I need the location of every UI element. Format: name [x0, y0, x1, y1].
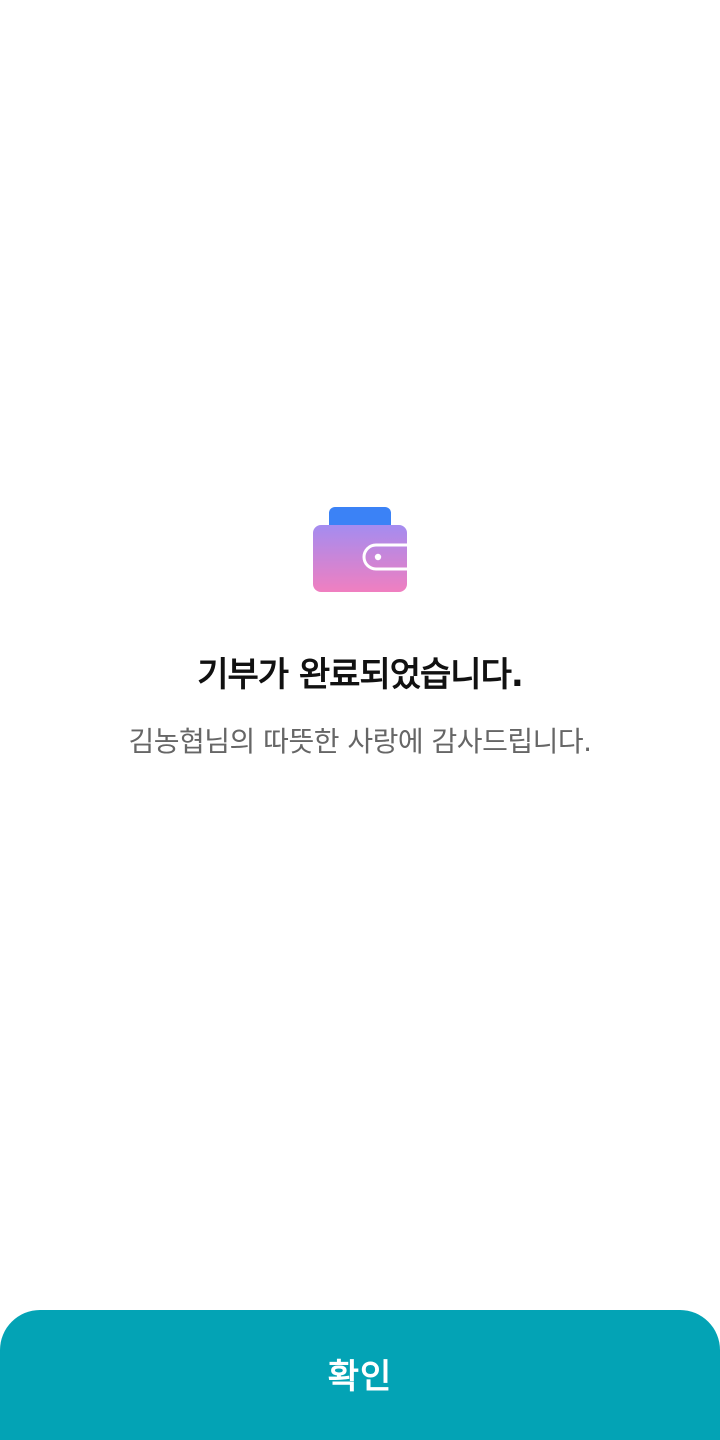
completion-title: 기부가 완료되었습니다.: [197, 655, 524, 695]
confirm-button[interactable]: 확인: [0, 1310, 720, 1440]
result-content: 기부가 완료되었습니다. 김농협님의 따뜻한 사랑에 감사드립니다.: [0, 505, 720, 759]
thank-you-message: 김농협님의 따뜻한 사랑에 감사드립니다.: [128, 725, 592, 758]
wallet-icon: [313, 507, 407, 592]
donation-complete-screen: 기부가 완료되었습니다. 김농협님의 따뜻한 사랑에 감사드립니다. 확인: [0, 0, 720, 1440]
confirm-button-label: 확인: [327, 1357, 393, 1396]
